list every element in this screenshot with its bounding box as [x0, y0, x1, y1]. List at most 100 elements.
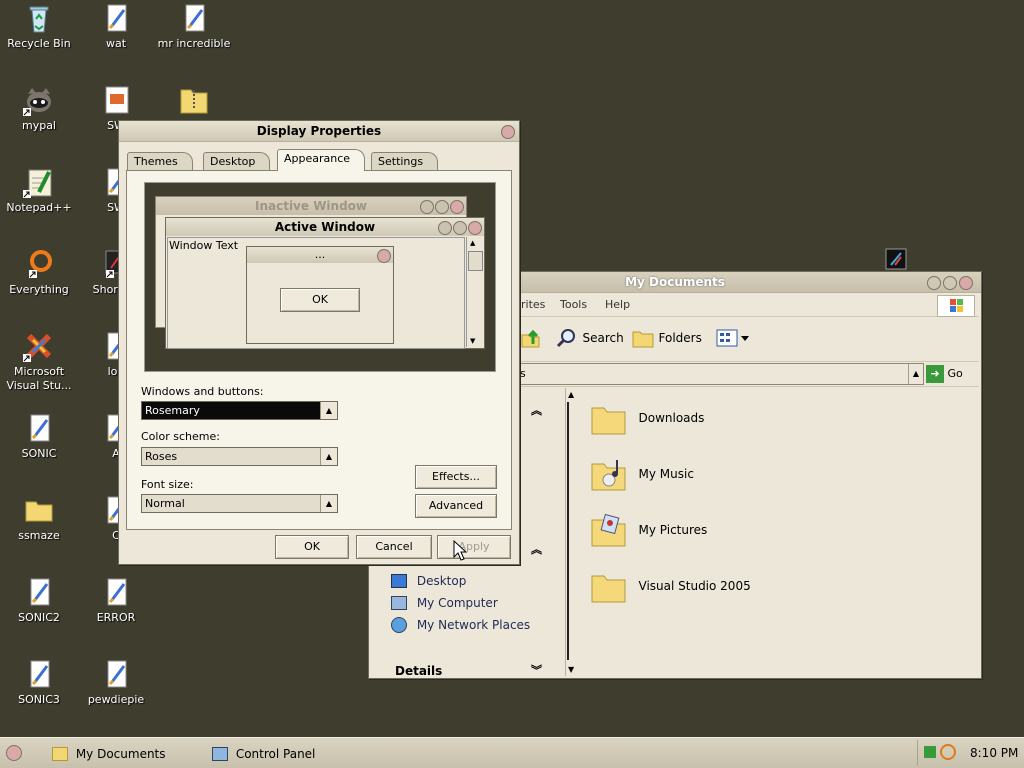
start-button[interactable] [6, 745, 22, 761]
task-pane-scrollbar[interactable]: ▲ ▼ [565, 388, 580, 676]
zip-folder-icon [178, 84, 210, 116]
paint-file-icon [178, 2, 210, 34]
desktop-icon-notepadpp[interactable]: Notepad++ [0, 166, 78, 215]
maximize-button[interactable] [943, 276, 957, 290]
desktop-icon-mypal[interactable]: mypal [0, 84, 78, 133]
preview-btn-icon [453, 221, 467, 235]
expand-chevron-icon[interactable]: ︾ [531, 662, 542, 678]
dropdown-arrow-icon: ▲ [320, 448, 337, 465]
dropdown-arrow-icon: ▲ [320, 402, 337, 419]
computer-icon [391, 595, 407, 610]
windows-buttons-select[interactable]: Rosemary ▲ [141, 401, 338, 420]
desktop-icon-sonic[interactable]: SONIC [0, 412, 78, 461]
address-input[interactable]: s ▲▼ [517, 363, 924, 398]
desktop-icon-sonic2[interactable]: SONIC2 [0, 576, 78, 625]
details-header[interactable]: Details [395, 664, 442, 678]
close-button[interactable] [501, 125, 515, 139]
desktop-icon [391, 573, 407, 588]
address-dropdown-arrow-icon[interactable]: ▲▼ [908, 364, 923, 398]
mouse-cursor-icon [453, 539, 468, 565]
preview-btn-icon [468, 221, 482, 235]
tab-desktop[interactable]: Desktop [203, 152, 271, 171]
paint-file-icon [100, 658, 132, 690]
dialog-title: Display Properties [256, 124, 382, 138]
system-tray: 8:10 PM [917, 740, 1024, 766]
cancel-button[interactable]: Cancel [356, 535, 432, 559]
tab-settings[interactable]: Settings [371, 152, 439, 171]
desktop-icon-wat[interactable]: wat [77, 2, 155, 51]
paint-file-icon [23, 658, 55, 690]
dialog-titlebar[interactable]: Display Properties [119, 121, 519, 142]
preview-btn-icon [438, 221, 452, 235]
scroll-track [567, 402, 579, 660]
preview-message-titlebar: ... [247, 247, 393, 263]
desktop-icon-shortcut-small[interactable] [885, 248, 907, 270]
desktop-icon-everything[interactable]: Everything [0, 248, 78, 297]
advanced-button[interactable]: Advanced [415, 494, 497, 518]
other-place-desktop[interactable]: Desktop [391, 570, 466, 590]
desktop-icon-ssmaze[interactable]: ssmaze [0, 494, 78, 543]
network-icon [391, 616, 407, 633]
taskbar-item-my-documents[interactable]: My Documents [52, 743, 166, 763]
folder-icon [23, 494, 55, 526]
collapse-chevron-icon[interactable]: ︽ [531, 402, 542, 418]
go-button[interactable]: ➜ Go [926, 364, 963, 384]
views-button[interactable] [715, 328, 751, 351]
folder-item-my-music[interactable]: My Music [589, 454, 694, 494]
desktop-icon-recycle-bin[interactable]: Recycle Bin [0, 2, 78, 51]
font-size-select[interactable]: Normal ▲ [141, 494, 338, 513]
desktop-icon-sonic3[interactable]: SONIC3 [0, 658, 78, 707]
preview-active-window: Active Window Window Text ▲ ▼ ... OK [165, 217, 485, 349]
other-place-network[interactable]: My Network Places [391, 614, 530, 634]
up-folder-icon[interactable] [519, 327, 541, 349]
apply-button[interactable]: Apply [437, 535, 511, 559]
folder-icon [52, 746, 68, 761]
pictures-folder-icon [591, 513, 626, 547]
other-place-my-computer[interactable]: My Computer [391, 592, 498, 612]
notepadpp-icon [23, 166, 55, 198]
desktop-icon-visual-studio[interactable]: Microsoft Visual Stu... [0, 330, 78, 393]
preview-active-titlebar: Active Window [166, 218, 484, 236]
folder-item-my-pictures[interactable]: My Pictures [589, 510, 707, 550]
preview-btn-icon [450, 200, 464, 214]
scroll-down-arrow-icon[interactable]: ▼ [568, 665, 574, 674]
folder-item-visual-studio[interactable]: Visual Studio 2005 [589, 566, 751, 606]
preview-btn-icon [377, 249, 391, 263]
minimize-button[interactable] [927, 276, 941, 290]
folders-button[interactable]: Folders [631, 326, 702, 350]
desktop-icon-zip[interactable] [155, 84, 233, 119]
color-scheme-label: Color scheme: [141, 430, 220, 443]
paint-file-icon [100, 576, 132, 608]
folder-item-downloads[interactable]: Downloads [589, 398, 704, 438]
ok-button[interactable]: OK [275, 535, 349, 559]
recycle-bin-icon [23, 2, 55, 34]
preview-btn-icon [435, 200, 449, 214]
go-arrow-icon: ➜ [926, 365, 944, 383]
color-scheme-select[interactable]: Roses ▲ [141, 447, 338, 466]
search-tray-icon[interactable] [940, 744, 956, 760]
search-button[interactable]: Search [555, 326, 624, 350]
network-tray-icon[interactable] [924, 746, 936, 758]
tab-themes[interactable]: Themes [127, 152, 193, 171]
close-button[interactable] [959, 276, 973, 290]
windows-buttons-label: Windows and buttons: [141, 385, 264, 398]
effects-button[interactable]: Effects... [415, 465, 497, 489]
menu-tools[interactable]: Tools [560, 298, 587, 311]
clock[interactable]: 8:10 PM [970, 746, 1018, 760]
preview-scroll-thumb [468, 251, 483, 271]
taskbar-item-control-panel[interactable]: Control Panel [212, 743, 315, 763]
folder-icon [591, 575, 626, 603]
desktop-icon-pewdiepie[interactable]: pewdiepie [77, 658, 155, 707]
desktop-icon-error[interactable]: ERROR [77, 576, 155, 625]
menu-help[interactable]: Help [605, 298, 630, 311]
preview-scrollbar: ▲ ▼ [466, 237, 483, 347]
font-size-label: Font size: [141, 478, 194, 491]
dropdown-arrow-icon: ▲ [320, 495, 337, 512]
scroll-up-arrow-icon[interactable]: ▲ [568, 390, 574, 399]
tab-appearance[interactable]: Appearance [277, 149, 366, 171]
collapse-chevron-icon[interactable]: ︽ [531, 541, 542, 557]
menu-favorites[interactable]: rites [521, 298, 545, 311]
raccoon-icon [23, 84, 55, 116]
desktop-icon-mr-incredible[interactable]: mr incredible [155, 2, 233, 51]
shortcut-icon [885, 248, 907, 270]
